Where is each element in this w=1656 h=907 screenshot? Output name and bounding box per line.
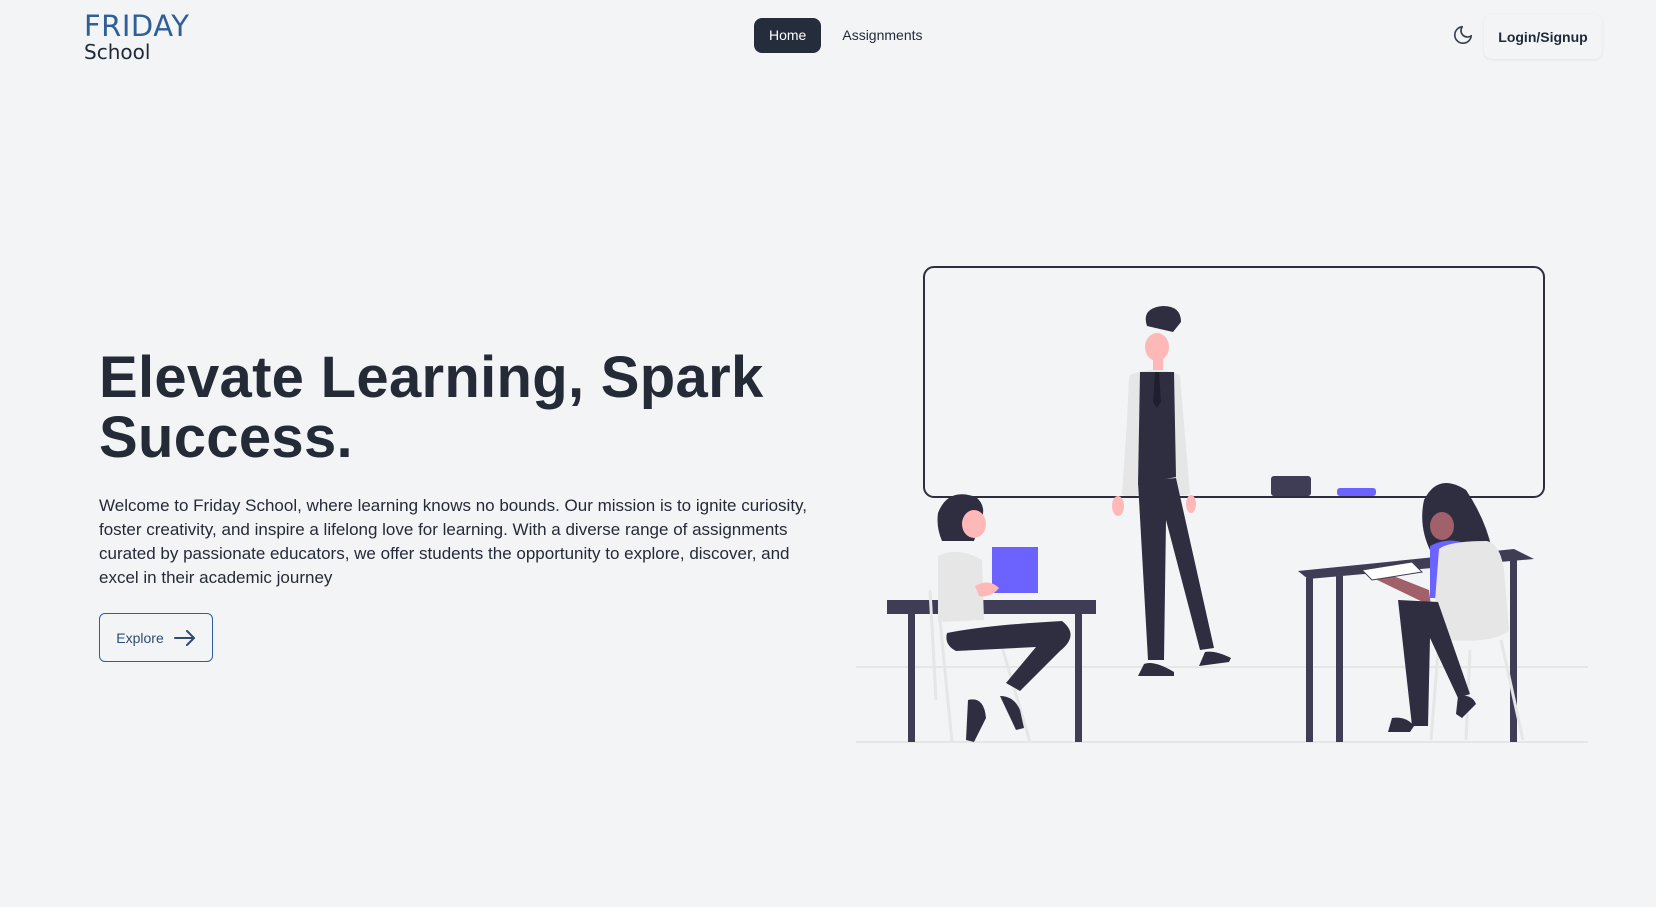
logo-subtitle: School (84, 40, 151, 64)
logo[interactable]: FRIDAY School (84, 9, 190, 64)
nav-home[interactable]: Home (754, 18, 822, 53)
nav-assignments[interactable]: Assignments (827, 18, 937, 53)
moon-icon[interactable] (1450, 22, 1476, 48)
explore-button[interactable]: Explore (99, 613, 213, 662)
logo-title: FRIDAY (84, 9, 190, 43)
hero-title-line2: Success. (99, 405, 353, 470)
right-student-figure (1360, 482, 1525, 741)
marker (1337, 488, 1376, 496)
left-student-figure (928, 494, 1071, 743)
teacher-figure (1112, 306, 1231, 676)
arrow-right-icon (173, 629, 196, 646)
hero-title: Elevate Learning, Spark Success. (99, 348, 819, 468)
login-signup-button[interactable]: Login/Signup (1484, 14, 1602, 59)
classroom-illustration (856, 266, 1588, 743)
left-desk (887, 600, 1096, 742)
whiteboard (923, 266, 1545, 498)
main-nav: Home Assignments (754, 18, 938, 53)
hero-title-line1: Elevate Learning, Spark (99, 345, 764, 410)
hero-description: Welcome to Friday School, where learning… (99, 496, 808, 587)
explore-label: Explore (116, 629, 164, 646)
page: FRIDAY School Home Assignments Login/Sig… (0, 0, 1656, 907)
eraser (1271, 476, 1311, 496)
